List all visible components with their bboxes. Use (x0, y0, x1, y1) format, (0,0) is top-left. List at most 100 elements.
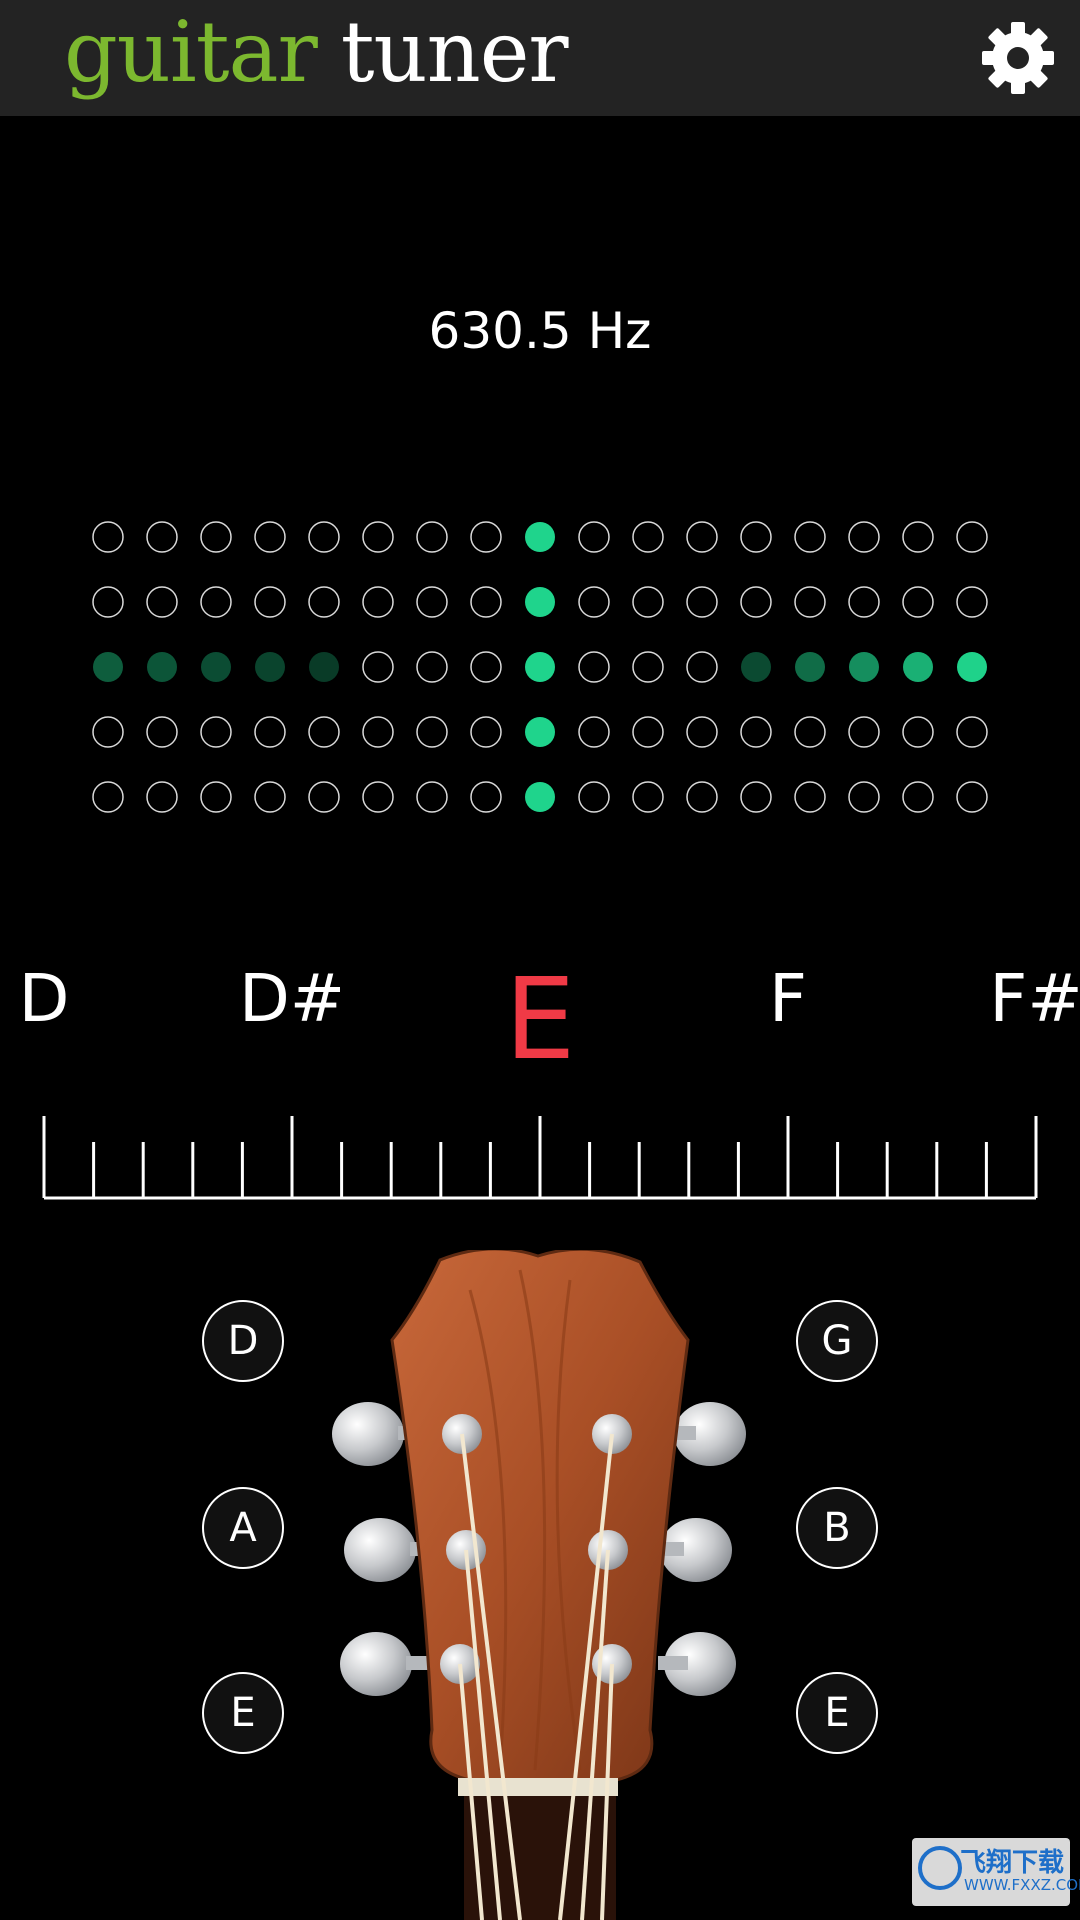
meter-dot (92, 716, 124, 748)
meter-dot (255, 652, 285, 682)
meter-dot (93, 652, 123, 682)
meter-dot (902, 716, 934, 748)
meter-dot (632, 716, 664, 748)
meter-dot (146, 586, 178, 618)
meter-dot (956, 521, 988, 553)
meter-dot (740, 781, 772, 813)
meter-dot (794, 716, 826, 748)
meter-dot (578, 651, 610, 683)
meter-dot (632, 651, 664, 683)
meter-dot (956, 781, 988, 813)
meter-dot (146, 716, 178, 748)
meter-dot (686, 651, 718, 683)
peg-right-3 (658, 1632, 736, 1696)
string-button-right-1[interactable]: G (796, 1300, 878, 1382)
meter-dot (902, 781, 934, 813)
meter-dot (416, 521, 448, 553)
string-button-right-2[interactable]: B (796, 1487, 878, 1569)
meter-dot (309, 652, 339, 682)
string-button-left-1[interactable]: D (202, 1300, 284, 1382)
meter-dot (92, 781, 124, 813)
meter-dot (578, 521, 610, 553)
tuning-meter (92, 521, 988, 813)
note-label: F# (989, 960, 1080, 1037)
meter-dot (848, 781, 880, 813)
meter-dot (686, 586, 718, 618)
watermark-logo-icon (918, 1846, 962, 1890)
string-button-left-3[interactable]: E (202, 1672, 284, 1754)
meter-dot (740, 521, 772, 553)
meter-dot (525, 522, 555, 552)
meter-dot (200, 716, 232, 748)
meter-dot (849, 652, 879, 682)
meter-dot (794, 781, 826, 813)
meter-dot (632, 781, 664, 813)
meter-dot (254, 521, 286, 553)
meter-dot (903, 652, 933, 682)
meter-dot (470, 716, 502, 748)
meter-dot (416, 651, 448, 683)
meter-dot (740, 716, 772, 748)
string-button-right-3[interactable]: E (796, 1672, 878, 1754)
meter-dot (525, 652, 555, 682)
watermark-url: WWW.FXXZ.COM (964, 1876, 1080, 1894)
meter-dot (740, 586, 772, 618)
peg-left-3 (340, 1632, 436, 1696)
watermark: 飞翔下载 WWW.FXXZ.COM (912, 1838, 1080, 1906)
meter-dot (470, 586, 502, 618)
meter-dot (147, 652, 177, 682)
meter-dot (632, 521, 664, 553)
meter-dot (92, 521, 124, 553)
cents-ruler (42, 1116, 1038, 1200)
meter-dot (848, 716, 880, 748)
meter-dot (362, 521, 394, 553)
meter-dot (200, 521, 232, 553)
meter-dot (470, 651, 502, 683)
meter-dot (200, 586, 232, 618)
meter-dot (92, 586, 124, 618)
guitar-headstock (332, 1250, 746, 1920)
watermark-text: 飞翔下载 (960, 1848, 1065, 1878)
meter-dot (201, 652, 231, 682)
meter-dot (902, 586, 934, 618)
meter-dot (470, 521, 502, 553)
meter-dot (957, 652, 987, 682)
meter-dot (416, 781, 448, 813)
meter-dot (362, 781, 394, 813)
meter-dot (686, 781, 718, 813)
string-button-left-2[interactable]: A (202, 1487, 284, 1569)
meter-dot (254, 586, 286, 618)
meter-dot (578, 716, 610, 748)
meter-dot (470, 781, 502, 813)
meter-dot (308, 521, 340, 553)
meter-dot (795, 652, 825, 682)
meter-dot (254, 781, 286, 813)
meter-dot (308, 586, 340, 618)
meter-dot (146, 781, 178, 813)
meter-dot (308, 716, 340, 748)
note-label: E (504, 955, 576, 1085)
meter-dot (308, 781, 340, 813)
meter-dot (794, 521, 826, 553)
meter-dot (686, 716, 718, 748)
meter-dot (525, 587, 555, 617)
meter-dot (146, 521, 178, 553)
meter-dot (956, 586, 988, 618)
meter-dot (686, 521, 718, 553)
meter-dot (200, 781, 232, 813)
meter-dot (741, 652, 771, 682)
meter-dot (362, 651, 394, 683)
note-label: D# (238, 960, 346, 1037)
note-label: F (769, 960, 807, 1037)
meter-dot (956, 716, 988, 748)
meter-dot (362, 716, 394, 748)
meter-dot (362, 586, 394, 618)
meter-dot (254, 716, 286, 748)
meter-dot (578, 586, 610, 618)
meter-dot (525, 717, 555, 747)
meter-dot (848, 521, 880, 553)
meter-dot (902, 521, 934, 553)
meter-dot (632, 586, 664, 618)
meter-dot (578, 781, 610, 813)
meter-dot (416, 586, 448, 618)
